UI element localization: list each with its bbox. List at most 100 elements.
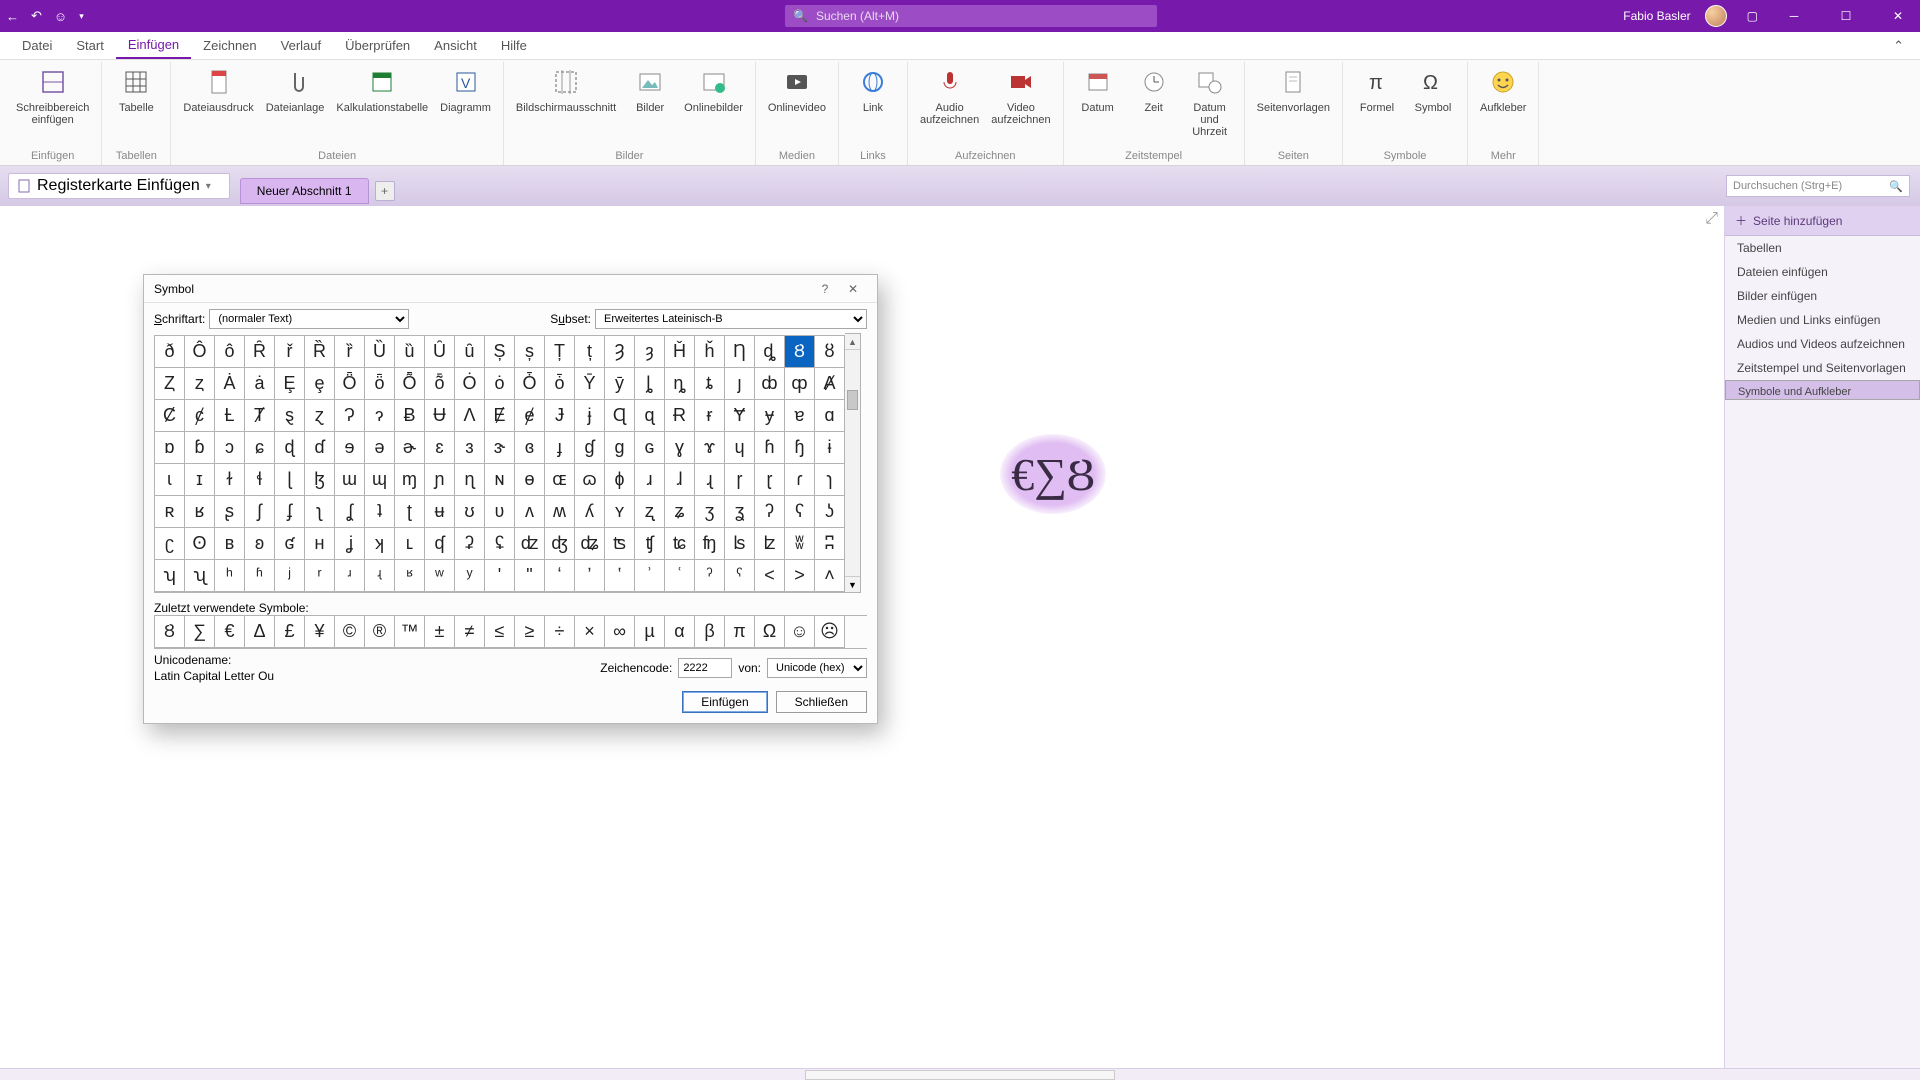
symbol-cell[interactable]: ɝ <box>485 432 515 464</box>
symbol-cell[interactable]: ɂ <box>365 400 395 432</box>
symbol-cell[interactable]: Ȩ <box>275 368 305 400</box>
symbol-cell[interactable]: ʊ <box>455 496 485 528</box>
symbol-cell[interactable]: ɚ <box>395 432 425 464</box>
close-button[interactable]: Schließen <box>776 691 867 713</box>
minimize-button[interactable]: ─ <box>1772 0 1816 32</box>
symbol-cell[interactable]: ɍ <box>695 400 725 432</box>
symbol-cell[interactable]: ɨ <box>815 432 845 464</box>
symbol-cell[interactable]: ɐ <box>785 400 815 432</box>
add-section-button[interactable]: + <box>375 181 395 201</box>
ribbon-tab[interactable]: Datei <box>10 32 64 59</box>
symbol-cell[interactable]: ʽ <box>605 560 635 592</box>
notebook-dropdown[interactable]: Registerkarte Einfügen ▾ <box>8 173 230 199</box>
symbol-cell[interactable]: ʳ <box>305 560 335 592</box>
scroll-up-icon[interactable]: ▲ <box>845 334 860 350</box>
recent-symbol-cell[interactable]: ≠ <box>455 616 485 648</box>
ribbon-tab[interactable]: Zeichnen <box>191 32 268 59</box>
symbol-cell[interactable]: ʹ <box>485 560 515 592</box>
ribbon-tab[interactable]: Ansicht <box>422 32 489 59</box>
section-tab[interactable]: Neuer Abschnitt 1 <box>240 178 369 204</box>
symbol-cell[interactable]: ɭ <box>275 464 305 496</box>
add-page-button[interactable]: ＋ Seite hinzufügen <box>1725 206 1920 236</box>
recent-symbol-cell[interactable]: £ <box>275 616 305 648</box>
symbol-cell[interactable]: ɟ <box>545 432 575 464</box>
ribbon-tab[interactable]: Einfügen <box>116 32 191 59</box>
symbol-cell[interactable]: ʎ <box>575 496 605 528</box>
recent-symbol-cell[interactable]: € <box>215 616 245 648</box>
symbol-cell[interactable]: Ɇ <box>485 400 515 432</box>
symbol-cell[interactable]: ȝ <box>635 336 665 368</box>
ribbon-tab[interactable]: Überprüfen <box>333 32 422 59</box>
ribbon-button[interactable]: Onlinevideo <box>762 62 832 114</box>
symbol-cell[interactable]: Ʉ <box>425 400 455 432</box>
recent-symbol-cell[interactable]: × <box>575 616 605 648</box>
symbol-cell[interactable]: ɗ <box>305 432 335 464</box>
page-list-item[interactable]: Symbole und Aufkleber <box>1725 380 1920 400</box>
emoji-icon[interactable]: ☺ <box>54 9 67 24</box>
symbol-cell[interactable]: ʈ <box>395 496 425 528</box>
ribbon-button[interactable]: Bildschirmausschnitt <box>510 62 622 114</box>
symbol-cell[interactable]: ɫ <box>215 464 245 496</box>
symbol-cell[interactable]: ˂ <box>755 560 785 592</box>
recent-symbol-cell[interactable]: ≤ <box>485 616 515 648</box>
symbol-cell[interactable]: ɖ <box>275 432 305 464</box>
ribbon-button[interactable]: Zeit <box>1126 62 1182 114</box>
symbol-cell[interactable]: ʵ <box>365 560 395 592</box>
symbol-cell[interactable]: ʡ <box>455 528 485 560</box>
symbol-cell[interactable]: ˄ <box>815 560 845 592</box>
symbol-cell[interactable]: ʥ <box>575 528 605 560</box>
symbol-cell[interactable]: ɞ <box>515 432 545 464</box>
symbol-cell[interactable]: Ȕ <box>365 336 395 368</box>
symbol-cell[interactable]: ʐ <box>635 496 665 528</box>
symbol-cell[interactable]: ȟ <box>695 336 725 368</box>
recent-symbol-cell[interactable]: Ȣ <box>155 616 185 648</box>
scroll-down-icon[interactable]: ▼ <box>845 576 860 592</box>
symbol-cell[interactable]: Ȣ <box>785 336 815 368</box>
symbol-cell[interactable]: ș <box>515 336 545 368</box>
symbol-cell[interactable]: ɹ <box>635 464 665 496</box>
symbol-cell[interactable]: ʴ <box>335 560 365 592</box>
symbol-cell[interactable]: Ȟ <box>665 336 695 368</box>
symbol-cell[interactable]: ʂ <box>215 496 245 528</box>
ribbon-button[interactable]: Seitenvorlagen <box>1251 62 1336 114</box>
page-list-item[interactable]: Bilder einfügen <box>1725 284 1920 308</box>
symbol-cell[interactable]: ʰ <box>215 560 245 592</box>
symbol-cell[interactable]: Ȝ <box>605 336 635 368</box>
symbol-cell[interactable]: ɒ <box>155 432 185 464</box>
symbol-cell[interactable]: Ɏ <box>725 400 755 432</box>
symbol-cell[interactable]: ʗ <box>155 528 185 560</box>
symbol-cell[interactable]: ˁ <box>725 560 755 592</box>
grid-scrollbar[interactable]: ▲ ▼ <box>845 333 861 593</box>
user-name[interactable]: Fabio Basler <box>1623 9 1690 23</box>
symbol-cell[interactable]: ʮ <box>155 560 185 592</box>
symbol-cell[interactable]: ʓ <box>725 496 755 528</box>
symbol-cell[interactable]: ʒ <box>695 496 725 528</box>
symbol-cell[interactable]: Ⱦ <box>245 400 275 432</box>
symbol-cell[interactable]: ȡ <box>755 336 785 368</box>
symbol-cell[interactable]: Ⱥ <box>815 368 845 400</box>
undo-icon[interactable]: ↶ <box>31 8 42 24</box>
symbol-cell[interactable]: ɱ <box>395 464 425 496</box>
symbol-cell[interactable]: Ƀ <box>395 400 425 432</box>
fullscreen-icon[interactable]: ⤢ <box>1705 210 1718 228</box>
symbol-cell[interactable]: ɩ <box>155 464 185 496</box>
symbol-cell[interactable]: Ȗ <box>425 336 455 368</box>
symbol-cell[interactable]: ʬ <box>785 528 815 560</box>
symbol-cell[interactable]: ȭ <box>425 368 455 400</box>
symbol-cell[interactable]: ɪ <box>185 464 215 496</box>
symbol-cell[interactable]: Ȭ <box>395 368 425 400</box>
symbol-cell[interactable]: ɕ <box>245 432 275 464</box>
symbol-cell[interactable]: ř <box>275 336 305 368</box>
symbol-cell[interactable]: ɲ <box>425 464 455 496</box>
symbol-cell[interactable]: ʪ <box>725 528 755 560</box>
symbol-cell[interactable]: ɣ <box>665 432 695 464</box>
qat-dropdown-icon[interactable]: ▾ <box>79 11 84 22</box>
symbol-cell[interactable]: ȯ <box>485 368 515 400</box>
dialog-close-button[interactable]: ✕ <box>839 282 867 296</box>
symbol-cell[interactable]: ʤ <box>545 528 575 560</box>
symbol-cell[interactable]: Ʌ <box>455 400 485 432</box>
symbol-cell[interactable]: Ƞ <box>725 336 755 368</box>
symbol-cell[interactable]: ʋ <box>485 496 515 528</box>
symbol-cell[interactable]: ȥ <box>185 368 215 400</box>
page-list-item[interactable]: Tabellen <box>1725 236 1920 260</box>
